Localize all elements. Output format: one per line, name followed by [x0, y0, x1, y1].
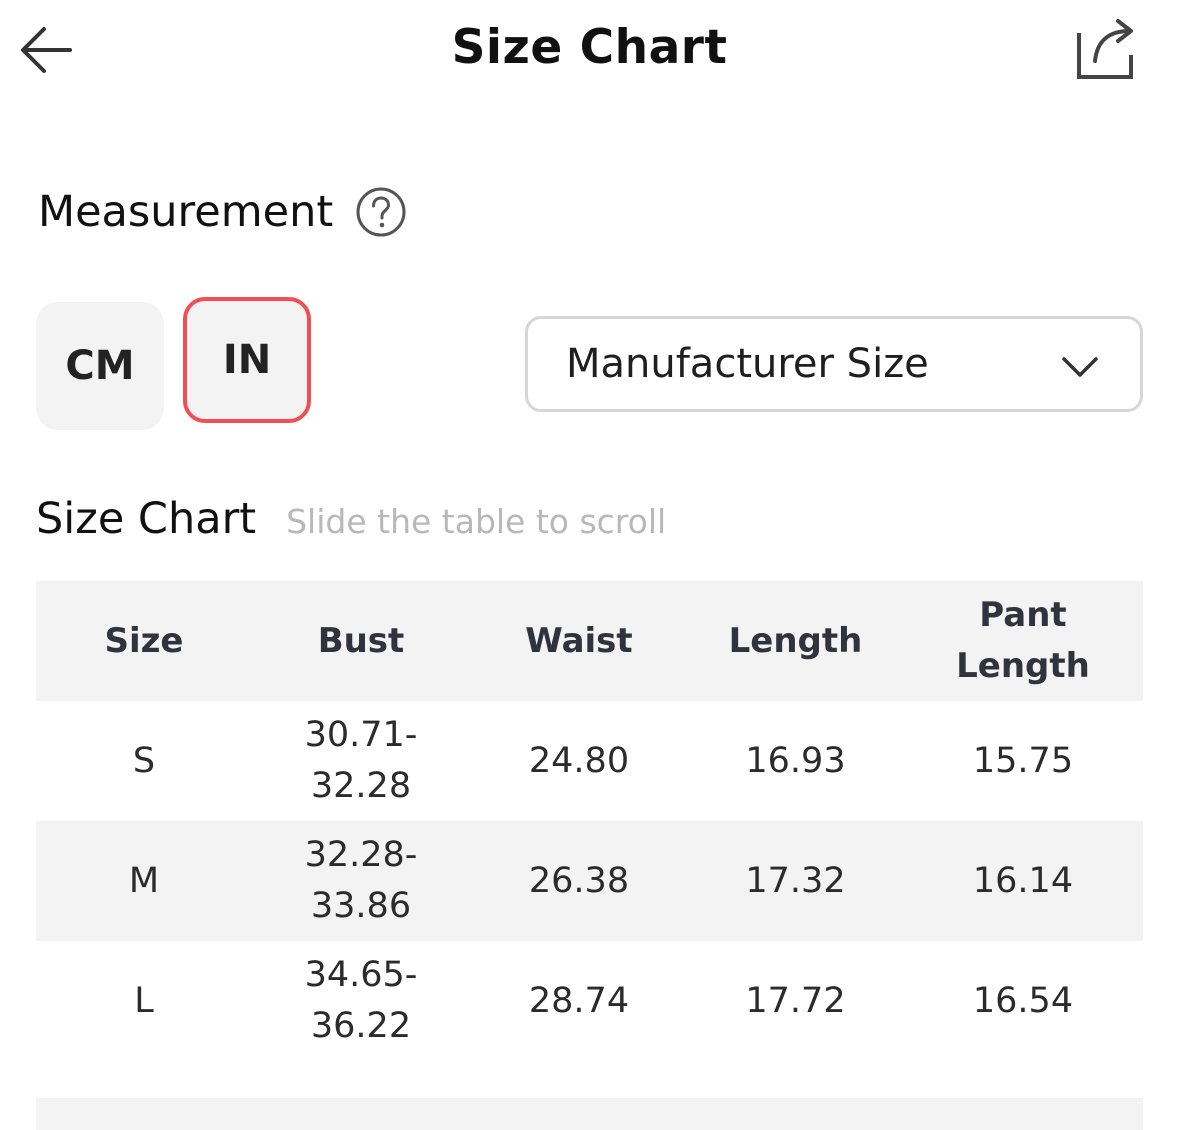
- size-table[interactable]: Size Bust Waist Length Pant Length S 30.…: [36, 581, 1143, 1061]
- size-type-dropdown[interactable]: Manufacturer Size: [525, 316, 1143, 412]
- cell-bust: 32.28- 33.86: [304, 835, 418, 926]
- size-chart-header: Size Chart Slide the table to scroll: [36, 494, 666, 554]
- header-bust: Bust: [317, 620, 405, 661]
- page-title: Size Chart: [451, 20, 728, 75]
- cell-pant-length: 15.75: [972, 740, 1074, 781]
- header-length: Length: [728, 620, 863, 661]
- cell-waist: 26.38: [528, 860, 630, 901]
- table-row: S 30.71- 32.28 24.80 16.93 15.75: [36, 701, 1143, 821]
- header-pant-length: Pant Length: [956, 595, 1090, 686]
- cell-pant-length: 16.54: [972, 980, 1074, 1021]
- scroll-hint: Slide the table to scroll: [286, 502, 667, 541]
- chevron-down-icon: [1062, 357, 1098, 377]
- next-section-strip: [36, 1098, 1143, 1130]
- share-icon: [1077, 19, 1133, 79]
- cell-length: 17.32: [745, 860, 846, 901]
- unit-in-button[interactable]: IN: [183, 297, 311, 423]
- size-chart-title: Size Chart: [36, 494, 257, 544]
- cell-waist: 24.80: [528, 740, 630, 781]
- header-waist: Waist: [525, 620, 633, 661]
- top-bar: Size Chart: [0, 0, 1179, 100]
- cell-length: 17.72: [745, 980, 846, 1021]
- unit-cm-button[interactable]: CM: [36, 302, 164, 430]
- help-button[interactable]: [355, 186, 407, 238]
- cell-size: L: [134, 980, 154, 1021]
- size-type-value: Manufacturer Size: [566, 341, 929, 387]
- cell-pant-length: 16.14: [972, 860, 1074, 901]
- header-size: Size: [104, 620, 184, 661]
- share-button[interactable]: [1066, 14, 1146, 86]
- table-row: M 32.28- 33.86 26.38 17.32 16.14: [36, 821, 1143, 941]
- cell-size: M: [128, 860, 160, 901]
- size-chart-screen: Size Chart Measurement CM IN Manufacture…: [0, 0, 1179, 1130]
- measurement-header: Measurement: [38, 180, 407, 244]
- table-row: L 34.65- 36.22 28.74 17.72 16.54: [36, 941, 1143, 1061]
- question-circle-icon: [356, 187, 406, 237]
- measurement-title: Measurement: [38, 187, 334, 237]
- cell-waist: 28.74: [528, 980, 630, 1021]
- table-header-row: Size Bust Waist Length Pant Length: [36, 581, 1143, 701]
- cell-bust: 34.65- 36.22: [304, 955, 418, 1046]
- cell-length: 16.93: [745, 740, 846, 781]
- cell-bust: 30.71- 32.28: [304, 715, 418, 806]
- cell-size: S: [132, 740, 156, 781]
